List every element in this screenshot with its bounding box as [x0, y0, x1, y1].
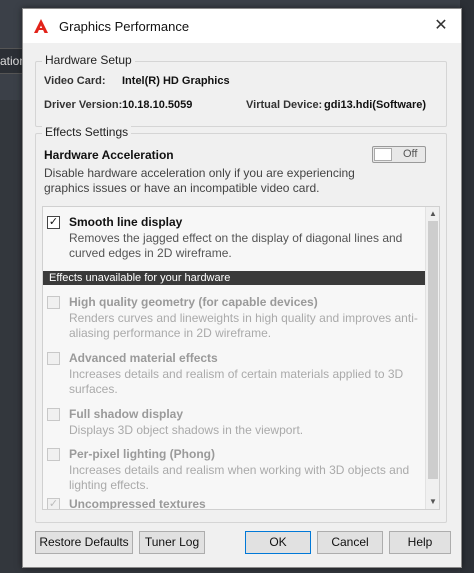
- virtual-device-value: gdi13.hdi(Software): [324, 99, 427, 111]
- effect-item-uncompressed-textures: ✓ Uncompressed textures: [43, 495, 425, 510]
- title-bar[interactable]: Graphics Performance ✕: [23, 9, 461, 43]
- effect-item-full-shadow-display: Full shadow display Displays 3D object s…: [43, 405, 425, 437]
- effects-settings-group: Effects Settings Hardware Acceleration D…: [35, 125, 447, 523]
- toggle-label: Off: [403, 148, 418, 160]
- video-card-value: Intel(R) HD Graphics: [122, 75, 230, 87]
- per-pixel-lighting-title: Per-pixel lighting (Phong): [69, 447, 215, 461]
- hardware-setup-legend: Hardware Setup: [42, 53, 135, 67]
- scroll-thumb[interactable]: [428, 221, 438, 479]
- ok-button[interactable]: OK: [245, 531, 311, 554]
- high-quality-geometry-checkbox: [47, 296, 60, 309]
- close-icon: ✕: [434, 17, 448, 34]
- full-shadow-display-description: Displays 3D object shadows in the viewpo…: [69, 423, 304, 437]
- restore-defaults-button[interactable]: Restore Defaults: [35, 531, 133, 554]
- effect-item-per-pixel-lighting: Per-pixel lighting (Phong) Increases det…: [43, 445, 425, 492]
- effects-list: ✓ Smooth line display Removes the jagged…: [42, 206, 440, 510]
- uncompressed-textures-title: Uncompressed textures: [69, 497, 206, 510]
- window-title: Graphics Performance: [59, 19, 190, 34]
- uncompressed-textures-checkbox: ✓: [47, 498, 60, 510]
- toggle-knob: [374, 148, 392, 161]
- advanced-material-effects-title: Advanced material effects: [69, 351, 218, 365]
- effect-item-advanced-material-effects: Advanced material effects Increases deta…: [43, 349, 425, 396]
- scroll-down-arrow-icon[interactable]: ▼: [426, 495, 439, 509]
- autocad-logo-icon: [34, 19, 48, 33]
- effects-settings-legend: Effects Settings: [42, 125, 132, 139]
- effect-item-high-quality-geometry: High quality geometry (for capable devic…: [43, 293, 425, 340]
- high-quality-geometry-description: Renders curves and lineweights in high q…: [69, 311, 418, 340]
- effects-unavailable-header: Effects unavailable for your hardware: [43, 271, 437, 285]
- driver-version-value: 10.18.10.5059: [122, 99, 193, 111]
- help-button[interactable]: Help: [389, 531, 451, 554]
- effects-list-scrollbar[interactable]: ▲ ▼: [425, 207, 439, 509]
- effect-item-smooth-line-display: ✓ Smooth line display Removes the jagged…: [43, 213, 425, 260]
- cad-background-right: [460, 0, 474, 573]
- hardware-acceleration-toggle[interactable]: Off: [372, 146, 426, 163]
- hardware-setup-group: Hardware Setup Video Card: Intel(R) HD G…: [35, 53, 447, 127]
- cancel-button[interactable]: Cancel: [317, 531, 383, 554]
- hardware-acceleration-description: Disable hardware acceleration only if yo…: [44, 166, 355, 195]
- per-pixel-lighting-description: Increases details and realism when worki…: [69, 463, 410, 492]
- driver-version-label: Driver Version:: [44, 99, 123, 111]
- smooth-line-display-description: Removes the jagged effect on the display…: [69, 231, 403, 260]
- graphics-performance-dialog: Graphics Performance ✕ Hardware Setup Vi…: [22, 8, 462, 568]
- tuner-log-button[interactable]: Tuner Log: [139, 531, 205, 554]
- full-shadow-display-checkbox: [47, 408, 60, 421]
- high-quality-geometry-title: High quality geometry (for capable devic…: [69, 295, 318, 309]
- advanced-material-effects-description: Increases details and realism of certain…: [69, 367, 404, 396]
- smooth-line-display-title: Smooth line display: [69, 215, 183, 229]
- full-shadow-display-title: Full shadow display: [69, 407, 184, 421]
- advanced-material-effects-checkbox: [47, 352, 60, 365]
- hardware-acceleration-title: Hardware Acceleration: [44, 148, 174, 162]
- scroll-up-arrow-icon[interactable]: ▲: [426, 207, 439, 221]
- video-card-label: Video Card:: [44, 75, 106, 87]
- virtual-device-label: Virtual Device:: [246, 99, 323, 111]
- per-pixel-lighting-checkbox: [47, 448, 60, 461]
- smooth-line-display-checkbox[interactable]: ✓: [47, 216, 60, 229]
- close-button[interactable]: ✕: [431, 16, 451, 36]
